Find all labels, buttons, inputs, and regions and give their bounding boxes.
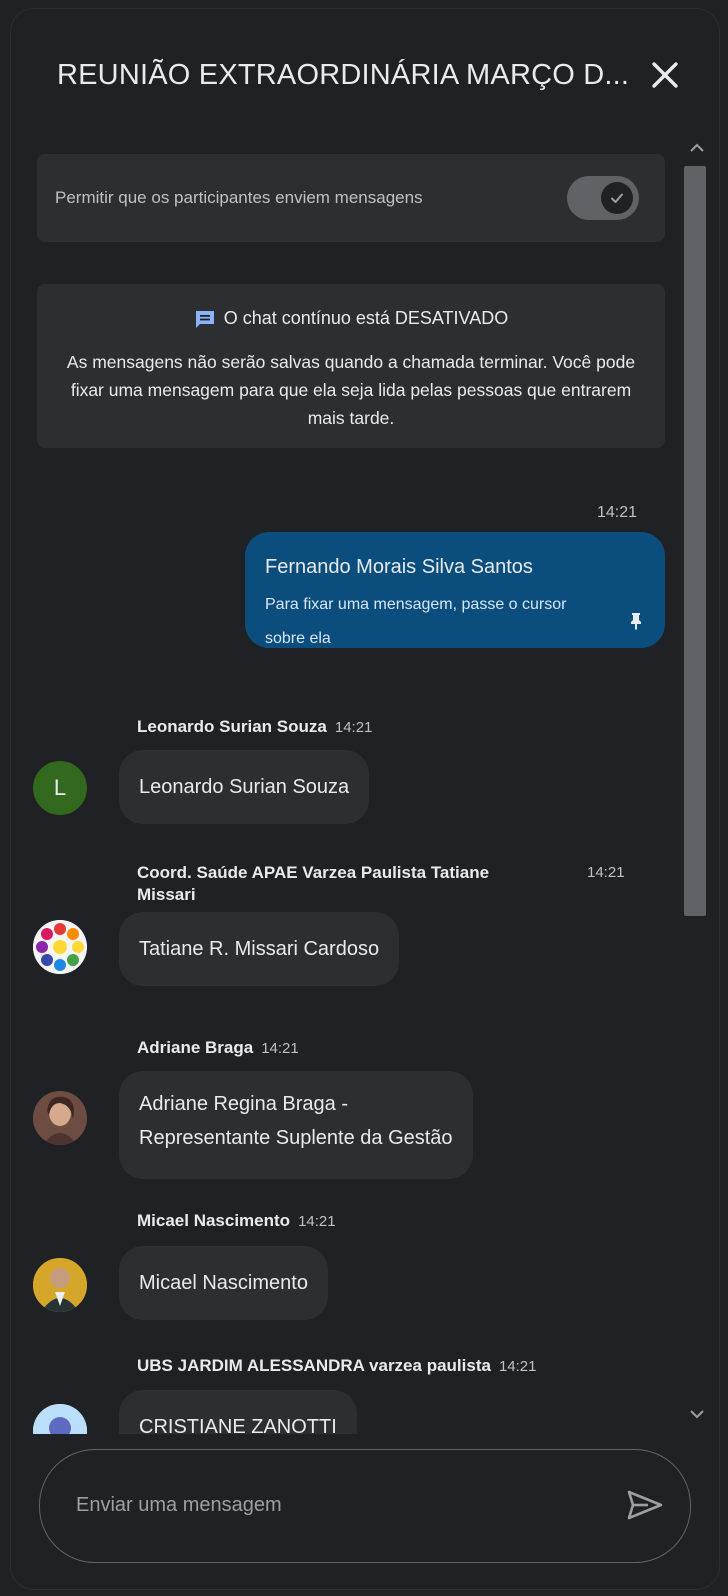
close-button[interactable] xyxy=(643,53,687,97)
sender-label: Micael Nascimento xyxy=(137,1211,291,1230)
list-item: Coord. Saúde APAE Varzea Paulista Tatian… xyxy=(11,852,671,1002)
message-time-wrap: 14:21 xyxy=(587,862,625,882)
info-title-row: O chat contínuo está DESATIVADO xyxy=(37,308,665,329)
sender-name: UBS JARDIM ALESSANDRA varzea paulista 14:… xyxy=(137,1356,536,1376)
scroll-down-button[interactable] xyxy=(689,1406,705,1422)
list-item: UBS JARDIM ALESSANDRA varzea paulista 14:… xyxy=(11,1344,671,1434)
allow-messages-toggle[interactable] xyxy=(567,176,639,220)
avatar xyxy=(33,1404,87,1434)
sender-label: Leonardo Surian Souza xyxy=(137,717,327,736)
self-message-bubble[interactable]: Fernando Morais Silva Santos Para fixar … xyxy=(245,532,665,648)
message-text: Leonardo Surian Souza xyxy=(139,776,350,798)
message-bubble[interactable]: Micael Nascimento xyxy=(119,1246,328,1320)
sender-name: Leonardo Surian Souza 14:21 xyxy=(137,717,372,737)
colorful-circle-logo-icon xyxy=(33,920,87,974)
pin-button[interactable] xyxy=(629,612,643,630)
check-icon xyxy=(611,193,623,203)
chat-panel: REUNIÃO EXTRAORDINÁRIA MARÇO D... Permit… xyxy=(10,8,720,1590)
sender-label: Coord. Saúde APAE Varzea Paulista Tatian… xyxy=(137,863,490,882)
sender-name: Coord. Saúde APAE Varzea Paulista Tatian… xyxy=(137,862,597,906)
scrollbar[interactable] xyxy=(681,134,711,1434)
message-text: Micael Nascimento xyxy=(139,1272,308,1294)
message-time: 14:21 xyxy=(334,719,373,736)
sender-name: Adriane Braga 14:21 xyxy=(137,1038,299,1058)
avatar xyxy=(33,1091,87,1145)
chevron-down-icon xyxy=(690,1410,704,1419)
avatar xyxy=(33,920,87,974)
list-item: Leonardo Surian Souza 14:21 L Leonardo Su… xyxy=(11,699,671,824)
avatar: L xyxy=(33,761,87,815)
messages-list[interactable]: Permitir que os participantes enviem men… xyxy=(11,134,719,1434)
send-icon xyxy=(627,1490,663,1520)
message-text: Tatiane R. Missari Cardoso xyxy=(139,938,380,960)
self-message-time: 14:21 xyxy=(597,504,638,521)
sender-label: UBS JARDIM ALESSANDRA varzea paulista xyxy=(137,1356,491,1375)
message-bubble[interactable]: Leonardo Surian Souza xyxy=(119,750,370,824)
meeting-title: REUNIÃO EXTRAORDINÁRIA MARÇO D... xyxy=(57,59,630,91)
message-time: 14:21 xyxy=(587,864,625,881)
message-bubble[interactable]: CRISTIANE ZANOTTI xyxy=(119,1390,357,1434)
sender-name: Micael Nascimento 14:21 xyxy=(137,1211,336,1231)
list-item: Micael Nascimento 14:21 Micael Nascimento xyxy=(11,1198,671,1328)
allow-messages-label: Permitir que os participantes enviem men… xyxy=(55,188,423,207)
message-time: 14:21 xyxy=(261,1040,299,1057)
self-message-name: Fernando Morais Silva Santos xyxy=(265,556,533,578)
message-bubble[interactable]: Adriane Regina Braga - Representante Sup… xyxy=(119,1071,473,1179)
message-time: 14:21 xyxy=(298,1213,336,1230)
scroll-up-button[interactable] xyxy=(689,140,705,156)
user-photo-icon xyxy=(33,1091,87,1145)
message-time: 14:21 xyxy=(498,1358,537,1375)
chevron-up-icon xyxy=(690,143,704,152)
message-composer xyxy=(39,1449,691,1563)
allow-messages-setting: Permitir que os participantes enviem men… xyxy=(37,154,665,242)
chat-icon xyxy=(195,310,214,328)
info-body: As mensagens não serão salvas quando a c… xyxy=(66,352,636,428)
sender-label: Adriane Braga xyxy=(137,1038,254,1057)
avatar xyxy=(33,1258,87,1312)
message-bubble[interactable]: Tatiane R. Missari Cardoso xyxy=(119,912,400,986)
close-icon xyxy=(652,62,678,88)
sender-label-line2: Missari xyxy=(137,885,196,904)
chat-header: REUNIÃO EXTRAORDINÁRIA MARÇO D... xyxy=(11,9,719,139)
user-photo-icon xyxy=(33,1258,87,1312)
scroll-thumb[interactable] xyxy=(684,166,706,916)
user-photo-icon xyxy=(33,1404,87,1434)
message-text-line1: Adriane Regina Braga - xyxy=(139,1093,349,1115)
self-message-text: Para fixar uma mensagem, passe o cursor … xyxy=(265,596,567,647)
message-text: CRISTIANE ZANOTTI xyxy=(139,1416,337,1434)
message-text-line2: Representante Suplente da Gestão xyxy=(139,1127,453,1149)
avatar-letter: L xyxy=(53,775,67,800)
message-input[interactable] xyxy=(74,1484,598,1526)
pin-icon xyxy=(631,613,641,630)
send-button[interactable] xyxy=(624,1484,666,1526)
info-title: O chat contínuo está DESATIVADO xyxy=(223,308,509,328)
continuous-chat-info: O chat contínuo está DESATIVADO As mensa… xyxy=(37,284,665,448)
toggle-knob xyxy=(601,182,633,214)
list-item: Adriane Braga 14:21 Adriane Regina Braga … xyxy=(11,1024,671,1184)
